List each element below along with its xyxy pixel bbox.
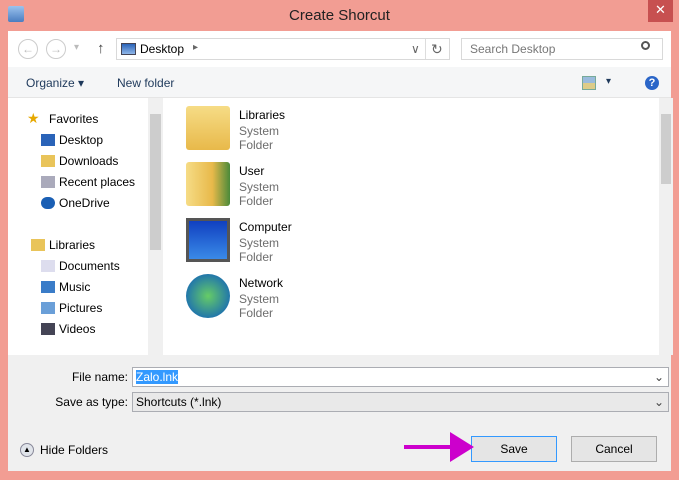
save-as-type-label: Save as type: bbox=[55, 395, 128, 409]
address-bar[interactable]: Desktop ▸ ∨ ↻ bbox=[116, 38, 450, 60]
close-button[interactable]: ✕ bbox=[648, 0, 673, 22]
recent-places-icon bbox=[41, 176, 55, 188]
new-folder-button[interactable]: New folder bbox=[117, 76, 174, 90]
nav-scrollbar[interactable] bbox=[148, 98, 163, 355]
up-button[interactable]: ↑ bbox=[97, 40, 105, 57]
address-dropdown[interactable]: ∨ bbox=[411, 42, 420, 56]
recent-locations-button[interactable]: ▾ bbox=[74, 42, 79, 53]
navigation-pane: ★ Favorites Desktop Downloads Recent plac… bbox=[8, 98, 163, 355]
window-title: Create Shorcut bbox=[289, 7, 390, 24]
content-scrollbar[interactable] bbox=[659, 98, 673, 355]
address-desktop[interactable]: Desktop bbox=[140, 42, 184, 56]
save-button[interactable]: Save bbox=[471, 436, 557, 462]
sidebar-favorites[interactable]: ★ Favorites bbox=[27, 110, 98, 128]
desktop-icon bbox=[121, 43, 136, 55]
app-icon bbox=[8, 6, 24, 22]
videos-icon bbox=[41, 323, 55, 335]
sidebar-item-onedrive[interactable]: OneDrive bbox=[41, 194, 110, 212]
sidebar-libraries[interactable]: Libraries bbox=[31, 236, 95, 254]
content-scrollbar-thumb[interactable] bbox=[661, 114, 671, 184]
desktop-icon bbox=[41, 134, 55, 146]
divider bbox=[425, 39, 426, 59]
sidebar-item-videos[interactable]: Videos bbox=[41, 320, 95, 338]
nav-scrollbar-thumb[interactable] bbox=[150, 114, 161, 250]
documents-icon bbox=[41, 260, 55, 272]
star-icon: ★ bbox=[27, 110, 40, 126]
file-name-label: File name: bbox=[71, 370, 128, 384]
sidebar-item-music[interactable]: Music bbox=[41, 278, 90, 296]
back-button[interactable]: ← bbox=[18, 39, 38, 59]
pointer-arrowhead bbox=[450, 432, 474, 462]
search-icon[interactable] bbox=[641, 41, 650, 50]
chevron-down-icon[interactable]: ⌄ bbox=[654, 393, 664, 411]
view-dropdown[interactable]: ▾ bbox=[606, 76, 611, 87]
hide-folders-button[interactable]: Hide Folders bbox=[40, 443, 108, 457]
breadcrumb-arrow[interactable]: ▸ bbox=[193, 42, 198, 53]
sidebar-item-documents[interactable]: Documents bbox=[41, 257, 120, 275]
sidebar-item-desktop[interactable]: Desktop bbox=[41, 131, 103, 149]
view-icon[interactable] bbox=[582, 76, 596, 90]
sidebar-item-downloads[interactable]: Downloads bbox=[41, 152, 118, 170]
network-icon bbox=[186, 274, 230, 318]
computer-icon bbox=[186, 218, 230, 262]
pictures-icon bbox=[41, 302, 55, 314]
cancel-button[interactable]: Cancel bbox=[571, 436, 657, 462]
downloads-icon bbox=[41, 155, 55, 167]
chevron-down-icon[interactable]: ⌄ bbox=[654, 368, 664, 386]
sidebar-item-pictures[interactable]: Pictures bbox=[41, 299, 102, 317]
file-name-value: Zalo.lnk bbox=[136, 370, 179, 384]
collapse-icon[interactable]: ▲ bbox=[20, 443, 34, 457]
refresh-button[interactable]: ↻ bbox=[431, 41, 443, 58]
sidebar-item-recent-places[interactable]: Recent places bbox=[41, 173, 135, 191]
organize-button[interactable]: Organize ▾ bbox=[26, 76, 84, 90]
onedrive-icon bbox=[41, 197, 55, 209]
toolbar bbox=[8, 67, 671, 98]
search-input[interactable]: Search Desktop bbox=[461, 38, 663, 60]
music-icon bbox=[41, 281, 55, 293]
forward-button[interactable]: → bbox=[46, 39, 66, 59]
file-name-input[interactable]: Zalo.lnk ⌄ bbox=[132, 367, 669, 387]
libraries-folder-icon bbox=[186, 106, 230, 150]
help-icon[interactable]: ? bbox=[645, 76, 659, 90]
save-as-type-select[interactable]: Shortcuts (*.lnk) ⌄ bbox=[132, 392, 669, 412]
libraries-icon bbox=[31, 239, 45, 251]
user-folder-icon bbox=[186, 162, 230, 206]
